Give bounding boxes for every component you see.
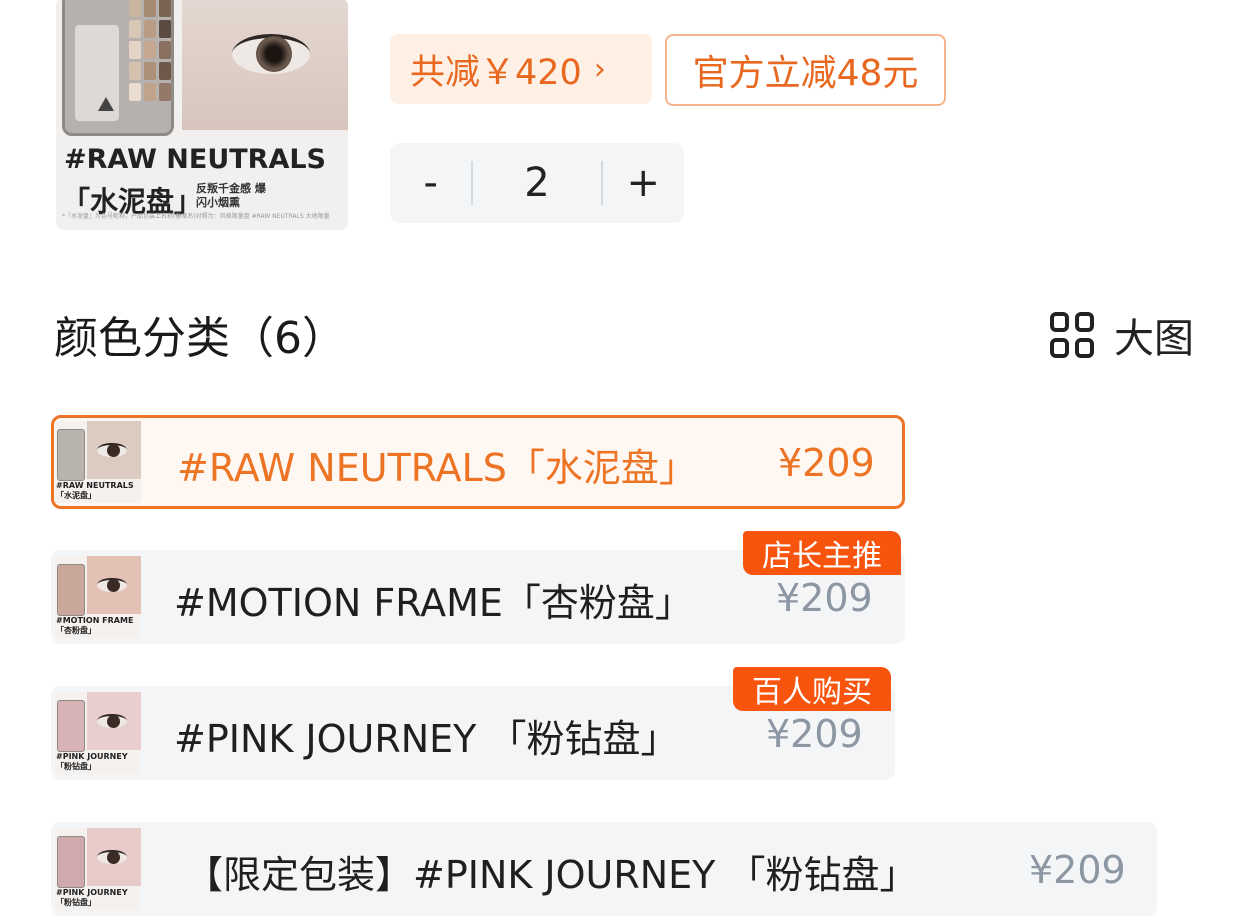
total-discount-label: 共减￥420 [410, 52, 582, 93]
product-thumbnail[interactable]: #RAW NEUTRALS 「水泥盘」 反叛千金感 爆闪小烟熏 *「水泥盘」为色… [56, 0, 348, 230]
increase-button[interactable]: + [603, 160, 684, 206]
option-price: ¥209 [766, 712, 863, 756]
badge-hundred-bought: 百人购买 [733, 667, 891, 711]
color-option-raw-neutrals[interactable]: #RAW NEUTRALS 「水泥盘」 #RAW NEUTRALS「水泥盘」 ¥… [51, 415, 905, 509]
option-name: #PINK JOURNEY 「粉钻盘」 [174, 717, 679, 761]
total-discount-coupon[interactable]: 共减￥420 › [390, 34, 652, 104]
option-thumbnail: #MOTION FRAME 「杏粉盘」 [55, 556, 141, 638]
palette-image [62, 0, 174, 136]
grid-view-icon [1050, 312, 1096, 358]
option-name: 【限定包装】#PINK JOURNEY 「粉钻盘」 [185, 853, 918, 897]
quantity-value[interactable]: 2 [473, 160, 600, 206]
official-discount-coupon[interactable]: 官方立减48元 [665, 34, 946, 106]
option-price: ¥209 [1029, 848, 1126, 892]
color-category-title: 颜色分类（6） [54, 313, 346, 364]
big-view-label: 大图 [1114, 316, 1194, 362]
chevron-right-icon: › [593, 51, 606, 87]
option-thumb-caption: #PINK JOURNEY 「粉钻盘」 [56, 888, 128, 907]
decrease-button[interactable]: - [390, 160, 471, 206]
option-thumbnail: #PINK JOURNEY 「粉钻盘」 [55, 828, 141, 910]
option-thumbnail: #RAW NEUTRALS 「水泥盘」 [55, 421, 141, 503]
quantity-stepper: - 2 + [390, 143, 684, 223]
big-view-toggle[interactable]: 大图 [1050, 306, 1194, 364]
thumb-title: #RAW NEUTRALS [64, 144, 326, 175]
option-thumb-caption: #PINK JOURNEY 「粉钻盘」 [56, 752, 128, 771]
option-name: #RAW NEUTRALS「水泥盘」 [177, 446, 697, 490]
option-price: ¥209 [776, 576, 873, 620]
eye-makeup-image [182, 0, 348, 130]
thumb-footnote: *「水泥盘」为色号昵称，产品包装上名称(备案名)对照为：风格限量盘 #RAW N… [62, 213, 330, 220]
option-thumb-caption: #RAW NEUTRALS 「水泥盘」 [56, 481, 134, 500]
option-thumb-caption: #MOTION FRAME 「杏粉盘」 [56, 616, 134, 635]
thumb-description: 反叛千金感 爆闪小烟熏 [196, 182, 266, 209]
color-option-pink-journey-limited[interactable]: #PINK JOURNEY 「粉钻盘」 【限定包装】#PINK JOURNEY … [51, 822, 1157, 916]
badge-store-recommend: 店长主推 [743, 531, 901, 575]
official-discount-label: 官方立减48元 [692, 53, 919, 94]
option-thumbnail: #PINK JOURNEY 「粉钻盘」 [55, 692, 141, 774]
option-name: #MOTION FRAME「杏粉盘」 [174, 581, 693, 625]
option-price: ¥209 [778, 441, 875, 485]
